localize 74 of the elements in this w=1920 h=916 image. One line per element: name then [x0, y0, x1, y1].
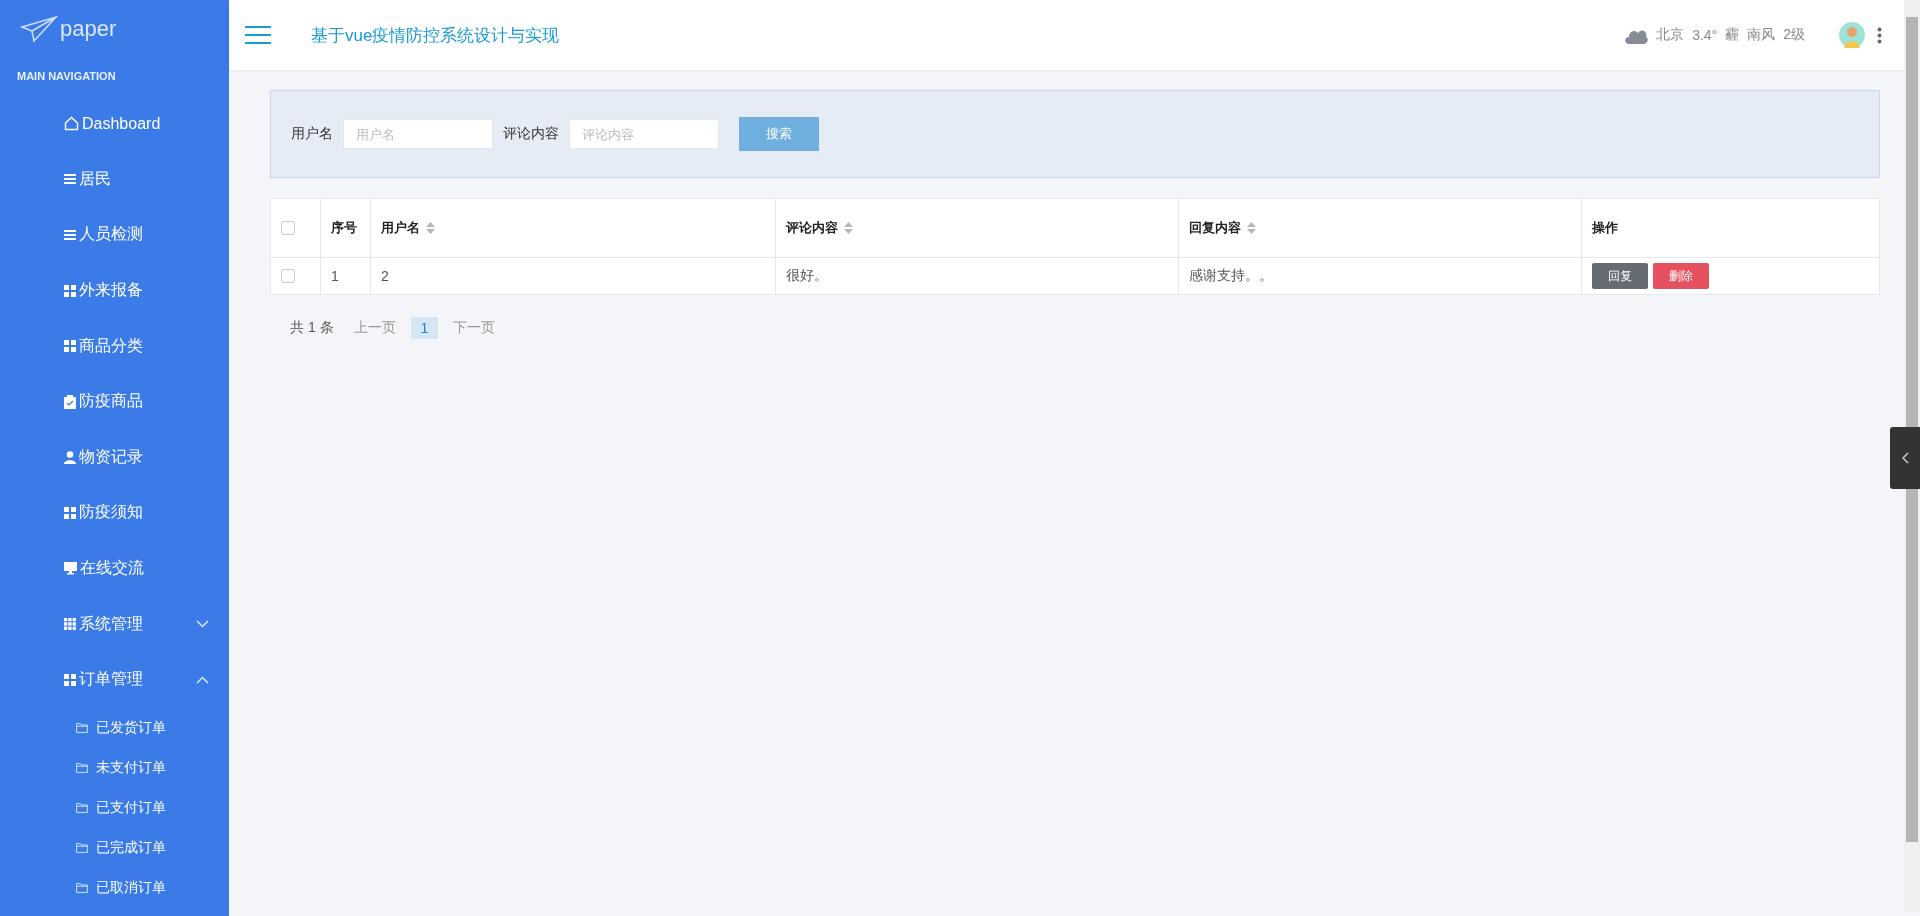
delete-button[interactable]: 删除	[1653, 263, 1709, 289]
side-panel-toggle[interactable]	[1890, 427, 1920, 489]
nav-item[interactable]: 在线交流	[0, 540, 229, 597]
nav-item[interactable]: 外来报备	[0, 262, 229, 319]
folder-icon	[76, 762, 88, 773]
nav-item[interactable]: 防疫须知	[0, 485, 229, 541]
folder-icon	[76, 722, 88, 733]
chevron-down-icon	[196, 620, 209, 629]
sort-icon	[844, 222, 853, 234]
table-cell: 1	[331, 268, 339, 284]
nav-item[interactable]: 物资记录	[0, 429, 229, 486]
home-icon	[64, 116, 79, 132]
grid-icon	[64, 618, 76, 631]
scrollbar[interactable]	[1904, 0, 1920, 912]
grid-icon	[64, 284, 76, 297]
monitor-icon	[64, 562, 77, 576]
weather-wind-level: 2级	[1783, 26, 1805, 44]
total-count: 共 1 条	[290, 319, 334, 337]
checkbox[interactable]	[281, 269, 295, 283]
nav-subitem[interactable]: 已发货订单	[0, 707, 229, 748]
nav-item[interactable]: 商品分类	[0, 318, 229, 374]
grid-icon	[64, 506, 76, 519]
nav-item[interactable]: 居民	[0, 151, 229, 208]
table-cell: 很好。	[786, 267, 828, 285]
reply-button[interactable]: 回复	[1592, 263, 1648, 289]
column-header[interactable]: 评论内容	[786, 219, 853, 237]
folder-icon	[76, 842, 88, 853]
nav-item[interactable]: 人员检测	[0, 207, 229, 263]
nav-subitem[interactable]: 已完成订单	[0, 827, 229, 868]
grid-icon	[64, 673, 76, 686]
field-label: 评论内容	[503, 125, 559, 143]
grid-icon	[64, 340, 76, 353]
folder-icon	[76, 882, 88, 893]
nav-subitem[interactable]: 已取消订单	[0, 867, 229, 908]
column-header[interactable]: 用户名	[381, 219, 435, 237]
prev-page-link[interactable]: 上一页	[353, 319, 396, 337]
nav-item[interactable]: 防疫商品	[0, 373, 229, 430]
nav-subitem[interactable]: 未支付订单	[0, 747, 229, 788]
user-icon	[64, 450, 76, 464]
search-field[interactable]: 评论内容	[569, 119, 719, 149]
nav-subitem[interactable]: 已支付订单	[0, 787, 229, 828]
table-cell: 2	[381, 268, 389, 284]
folder-icon	[76, 802, 88, 813]
weather-temperature: 3.4°	[1692, 27, 1718, 43]
search-button[interactable]: 搜索	[739, 117, 819, 151]
nav-item[interactable]: 订单管理	[0, 651, 229, 708]
field-label: 用户名	[291, 125, 333, 143]
sort-icon	[426, 222, 435, 234]
clipboard-icon	[64, 394, 76, 409]
column-header: 序号	[331, 219, 357, 237]
logo-text: paper	[60, 16, 117, 42]
menu-icon[interactable]	[245, 26, 271, 44]
next-page-link[interactable]: 下一页	[453, 319, 496, 337]
chevron-up-icon	[196, 675, 209, 684]
list-icon	[64, 230, 76, 240]
weather-condition: 霾	[1725, 26, 1740, 44]
search-field[interactable]: 用户名	[343, 119, 493, 149]
page-number[interactable]: 1	[410, 317, 439, 339]
column-header: 操作	[1592, 219, 1618, 237]
nav-item[interactable]: 系统管理	[0, 596, 229, 652]
list-icon	[64, 174, 76, 185]
app-title: 基于vue疫情防控系统设计与实现	[311, 24, 561, 47]
nav-item[interactable]: Dashboard	[0, 96, 229, 152]
paper-plane-icon	[20, 15, 58, 43]
nav-heading: MAIN NAVIGATION	[16, 69, 117, 82]
checkbox[interactable]	[281, 221, 295, 235]
avatar[interactable]	[1839, 22, 1865, 48]
column-header[interactable]: 回复内容	[1189, 219, 1256, 237]
weather-wind: 南风	[1747, 26, 1776, 44]
table-cell: 感谢支持。。	[1189, 267, 1273, 285]
sort-icon	[1247, 222, 1256, 234]
chevron-left-icon	[1901, 452, 1909, 464]
more-icon[interactable]	[1877, 26, 1882, 44]
weather-city: 北京	[1656, 26, 1685, 44]
